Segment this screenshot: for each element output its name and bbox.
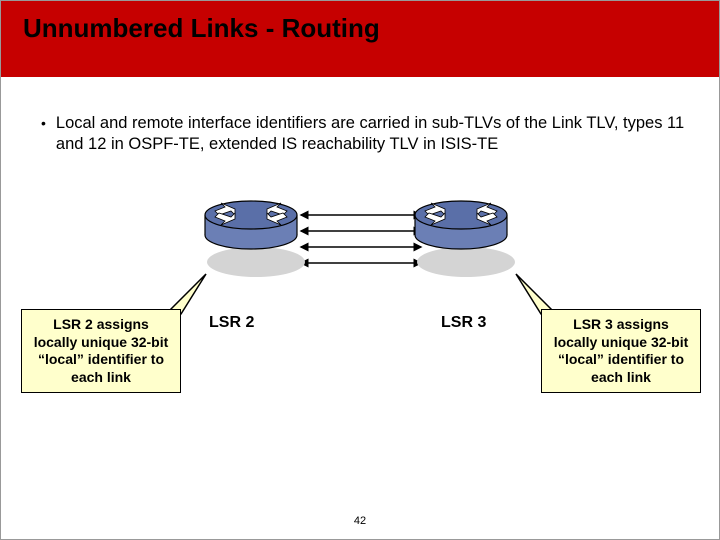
slide-title: Unnumbered Links - Routing: [23, 13, 380, 44]
bullet-marker: •: [41, 115, 46, 154]
links-svg: [296, 205, 426, 285]
router-icon: [411, 191, 511, 251]
bullet-item: • Local and remote interface identifiers…: [41, 113, 689, 154]
label-lsr3: LSR 3: [441, 314, 486, 332]
router-shadow: [207, 247, 305, 277]
network-diagram: LSR 2 assigns locally unique 32-bit “loc…: [1, 201, 720, 371]
callout-lsr2: LSR 2 assigns locally unique 32-bit “loc…: [21, 309, 181, 393]
page-number: 42: [354, 515, 366, 527]
router-icon: [201, 191, 301, 251]
slide: Unnumbered Links - Routing • Local and r…: [0, 0, 720, 540]
router-lsr3: [411, 191, 521, 281]
router-lsr2: [201, 191, 311, 281]
links-group: [301, 209, 421, 273]
bullet-text: Local and remote interface identifiers a…: [56, 113, 689, 154]
callout-lsr3: LSR 3 assigns locally unique 32-bit “loc…: [541, 309, 701, 393]
